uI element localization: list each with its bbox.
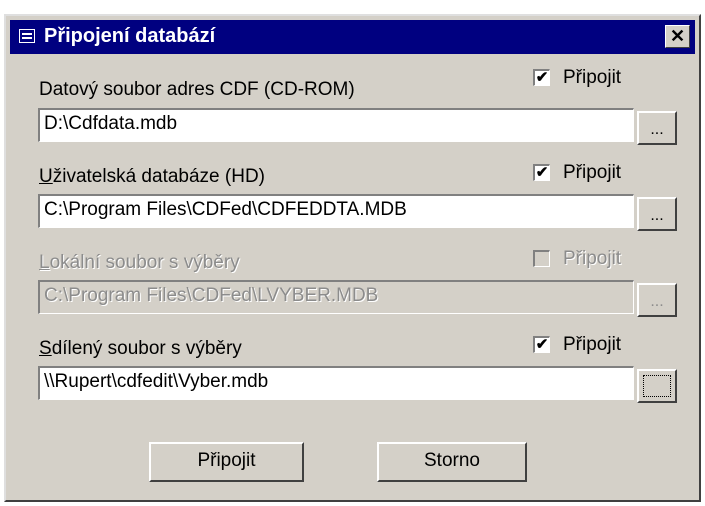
check-icon[interactable]: ✔ [533, 69, 550, 86]
check-icon [533, 250, 550, 267]
shared-selection-browse-button[interactable] [637, 369, 677, 403]
shared-selection-label-text: dílený soubor s výběry [51, 338, 242, 359]
local-selection-browse-button: ... [637, 283, 677, 317]
cdf-data-browse-button[interactable]: ... [637, 111, 677, 145]
title-bar: Připojení databází ✕ [10, 20, 695, 54]
user-db-path-field[interactable]: C:\Program Files\CDFed\CDFEDDTA.MDB [38, 194, 634, 228]
check-icon[interactable]: ✔ [533, 336, 550, 353]
form-icon [19, 29, 35, 43]
cdf-data-connect-label: Připojit [563, 67, 622, 88]
shared-selection-label: Sdílený soubor s výběry [39, 338, 242, 360]
user-db-label-accesskey: U [39, 166, 53, 187]
connect-button[interactable]: Připojit [149, 442, 304, 482]
close-button[interactable]: ✕ [665, 25, 690, 48]
local-selection-label-accesskey: L [39, 252, 50, 273]
user-db-connect-label: Připojit [563, 162, 622, 183]
dialog-window: Připojení databází ✕ Datový soubor adres… [4, 14, 701, 502]
check-icon[interactable]: ✔ [533, 164, 550, 181]
local-selection-label: Lokální soubor s výběry [39, 252, 240, 274]
shared-selection-connect-label: Připojit [563, 334, 622, 355]
shared-selection-label-accesskey: S [39, 338, 52, 359]
user-db-label-text: živatelská databáze (HD) [52, 166, 265, 187]
cdf-data-path-field[interactable]: D:\Cdfdata.mdb [38, 108, 634, 142]
local-selection-label-text: okální soubor s výběry [49, 252, 240, 273]
shared-selection-path-field[interactable]: \\Rupert\cdfedit\Vyber.mdb [38, 366, 634, 400]
user-db-browse-button[interactable]: ... [637, 197, 677, 231]
local-selection-connect-label: Připojit [563, 248, 622, 269]
cancel-button[interactable]: Storno [377, 442, 527, 482]
cdf-data-label: Datový soubor adres CDF (CD-ROM) [39, 79, 355, 100]
user-db-label: Uživatelská databáze (HD) [39, 166, 265, 188]
dialog-title: Připojení databází [44, 25, 216, 47]
local-selection-path-field: C:\Program Files\CDFed\LVYBER.MDB [38, 280, 634, 314]
